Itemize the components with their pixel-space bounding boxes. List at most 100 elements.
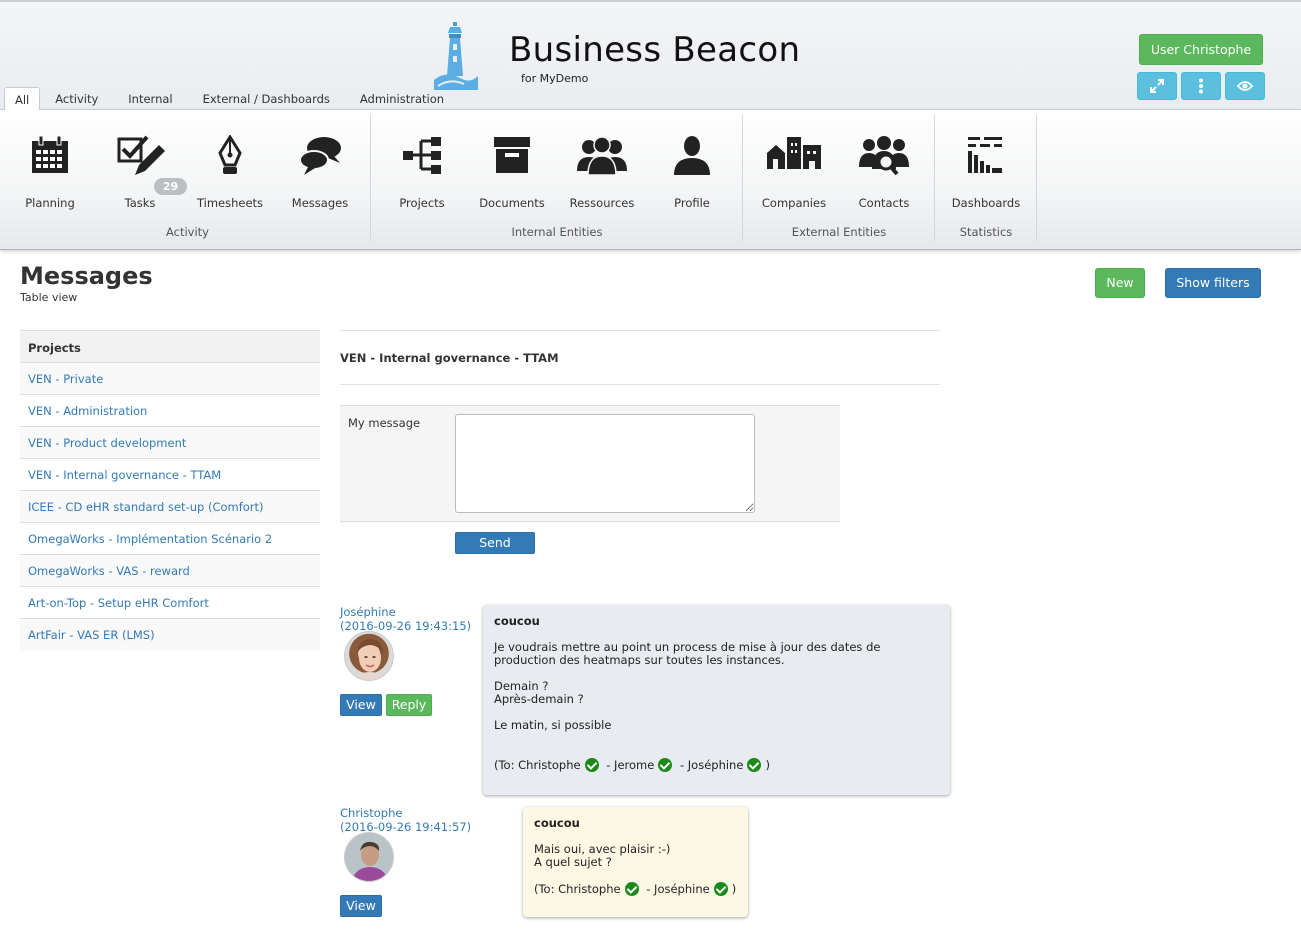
message-date: (2016-09-26 19:41:57) xyxy=(340,820,472,834)
ribbon-dashboards[interactable]: Dashboards xyxy=(941,115,1031,215)
message-author[interactable]: Joséphine (2016-09-26 19:43:15) xyxy=(340,605,471,633)
message-textarea[interactable] xyxy=(455,414,755,513)
recipient-name: Joséphine xyxy=(654,881,710,896)
more-options-button[interactable] xyxy=(1181,72,1221,100)
project-link[interactable]: Art-on-Top - Setup eHR Comfort xyxy=(20,587,320,619)
ribbon-companies-label: Companies xyxy=(761,196,827,210)
ribbon-messages-label: Messages xyxy=(291,196,349,210)
more-vertical-icon xyxy=(1199,78,1203,94)
ribbon-group-internal: Projects Documents Ressources Profile In… xyxy=(372,115,743,241)
ribbon-profile-label: Profile xyxy=(674,196,710,210)
author-name[interactable]: Christophe xyxy=(340,806,471,820)
to-suffix: ) xyxy=(731,881,737,896)
message-subject: coucou xyxy=(494,614,540,628)
tasks-count-badge: 29 xyxy=(154,178,187,195)
project-link[interactable]: OmegaWorks - VAS - reward xyxy=(20,555,320,587)
ribbon-toolbar: Planning 29 Tasks Timesheets Messages Ac… xyxy=(0,110,1301,250)
expand-button[interactable] xyxy=(1137,72,1177,100)
projects-table: Projects VEN - Private VEN - Administrat… xyxy=(20,330,320,651)
recipient-name: Christophe xyxy=(558,881,621,896)
divider xyxy=(340,384,940,385)
app-subtitle: for MyDemo xyxy=(521,72,589,85)
view-button[interactable]: View xyxy=(340,694,382,716)
message-author[interactable]: Christophe (2016-09-26 19:41:57) xyxy=(340,806,471,834)
ribbon-messages[interactable]: Messages xyxy=(275,115,365,215)
ribbon-timesheets-label: Timesheets xyxy=(196,196,264,210)
calendar-icon xyxy=(32,135,68,173)
view-button[interactable]: View xyxy=(340,895,382,917)
message-date: (2016-09-26 19:43:15) xyxy=(340,619,472,633)
ribbon-contacts[interactable]: Contacts xyxy=(839,115,929,215)
ribbon-group-activity: Planning 29 Tasks Timesheets Messages Ac… xyxy=(5,115,371,241)
avatar-josephine-image xyxy=(353,638,387,680)
project-link[interactable]: VEN - Private xyxy=(20,363,320,395)
to-prefix: (To: xyxy=(494,757,519,772)
to-suffix: ) xyxy=(765,757,770,772)
message-bubble: coucou Je voudrais mettre au point un pr… xyxy=(483,605,950,795)
ribbon-group-activity-label: Activity xyxy=(165,225,209,239)
ribbon-ressources-label: Ressources xyxy=(569,196,635,210)
ribbon-contacts-label: Contacts xyxy=(858,196,910,210)
new-button[interactable]: New xyxy=(1095,268,1145,298)
to-prefix: (To: xyxy=(534,881,559,896)
project-link[interactable]: OmegaWorks - Implémentation Scénario 2 xyxy=(20,523,320,555)
send-button[interactable]: Send xyxy=(455,532,535,554)
ribbon-timesheets[interactable]: Timesheets xyxy=(185,115,275,215)
user-icon xyxy=(674,136,710,175)
contacts-search-icon xyxy=(859,136,909,176)
project-link[interactable]: VEN - Internal governance - TTAM xyxy=(20,459,320,491)
message-bubble: coucou Mais oui, avec plaisir :-) A quel… xyxy=(523,807,748,917)
conversation-title: VEN - Internal governance - TTAM xyxy=(340,351,559,365)
chat-icon xyxy=(299,137,341,175)
tab-internal[interactable]: Internal xyxy=(113,87,187,111)
tab-external-dashboards[interactable]: External / Dashboards xyxy=(188,87,345,111)
tasks-icon xyxy=(117,135,165,175)
archive-icon xyxy=(494,137,530,173)
ribbon-planning[interactable]: Planning xyxy=(5,115,95,215)
message-label: My message xyxy=(348,416,421,430)
avatar xyxy=(344,832,394,882)
message-recipients: (To: Christophe - Joséphine ) xyxy=(534,882,737,896)
read-check-icon xyxy=(658,758,673,772)
ribbon-group-statistics: Dashboards Statistics xyxy=(936,115,1037,241)
message-line: Le matin, si possible xyxy=(494,718,612,732)
ribbon-projects[interactable]: Projects xyxy=(377,115,467,215)
recipient-separator: - xyxy=(602,757,615,772)
eye-icon xyxy=(1237,81,1253,91)
ribbon-tasks-label: Tasks xyxy=(124,196,156,210)
project-link[interactable]: VEN - Product development xyxy=(20,427,320,459)
read-check-icon xyxy=(713,882,728,896)
read-check-icon xyxy=(747,758,762,772)
recipient-name: Christophe xyxy=(518,757,581,772)
projects-list: VEN - Private VEN - Administration VEN -… xyxy=(20,363,320,651)
message-recipients: (To: Christophe - Jerome - Joséphine ) xyxy=(494,758,939,772)
tab-all[interactable]: All xyxy=(4,87,41,111)
ribbon-companies[interactable]: Companies xyxy=(749,115,839,215)
read-check-icon xyxy=(624,882,639,896)
reply-button[interactable]: Reply xyxy=(386,694,432,716)
ribbon-documents[interactable]: Documents xyxy=(467,115,557,215)
recipient-separator: - xyxy=(642,881,655,896)
author-name[interactable]: Joséphine xyxy=(340,605,471,619)
view-toggle-button[interactable] xyxy=(1225,72,1265,100)
ribbon-documents-label: Documents xyxy=(479,196,545,210)
user-button[interactable]: User Christophe xyxy=(1139,34,1263,65)
ribbon-profile[interactable]: Profile xyxy=(647,115,737,215)
divider xyxy=(340,330,940,331)
tab-administration[interactable]: Administration xyxy=(345,87,459,111)
project-link[interactable]: ICEE - CD eHR standard set-up (Comfort) xyxy=(20,491,320,523)
dashboard-bars-icon xyxy=(968,137,1002,173)
recipient-name: Jerome xyxy=(614,757,655,772)
project-link[interactable]: ArtFair - VAS ER (LMS) xyxy=(20,619,320,651)
expand-icon xyxy=(1150,79,1164,93)
tab-activity[interactable]: Activity xyxy=(40,87,113,111)
app-title: Business Beacon xyxy=(509,30,801,70)
project-link[interactable]: VEN - Administration xyxy=(20,395,320,427)
recipient-name: Joséphine xyxy=(687,757,744,772)
main-tabs: All Activity Internal External / Dashboa… xyxy=(4,87,459,111)
show-filters-button[interactable]: Show filters xyxy=(1165,268,1261,298)
ribbon-group-external: Companies Contacts External Entities xyxy=(744,115,935,241)
projects-header: Projects xyxy=(20,330,320,363)
ribbon-tasks[interactable]: 29 Tasks xyxy=(95,115,187,215)
ribbon-ressources[interactable]: Ressources xyxy=(557,115,647,215)
